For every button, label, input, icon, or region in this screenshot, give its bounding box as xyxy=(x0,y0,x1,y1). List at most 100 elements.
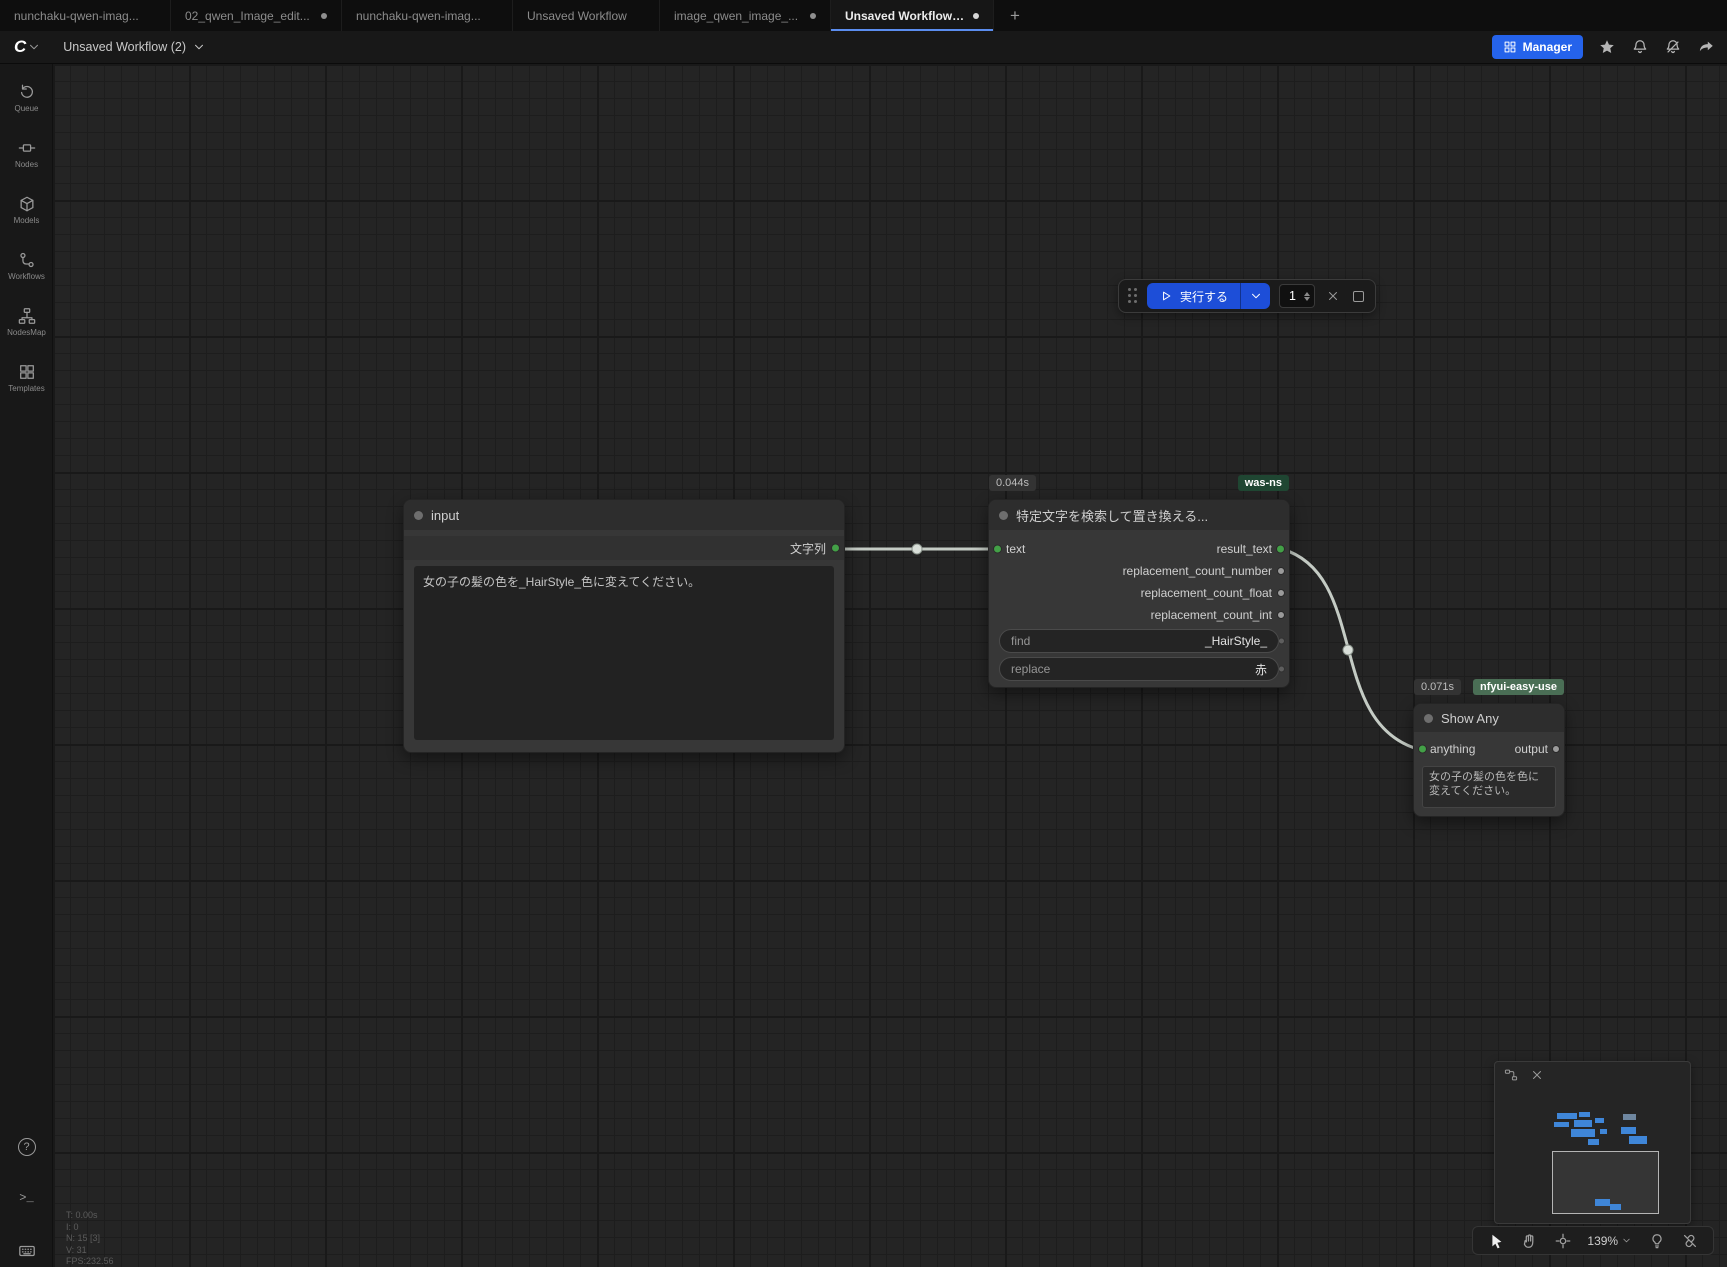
drag-handle-icon[interactable] xyxy=(1128,288,1138,304)
node-title-bar[interactable]: input xyxy=(404,500,844,530)
stat-iterations: I: 0 xyxy=(66,1221,79,1232)
sidebar-item-templates[interactable]: Templates xyxy=(0,350,53,406)
output-slot-label: output xyxy=(1514,742,1548,756)
zoom-level-dropdown[interactable]: 139% xyxy=(1587,1234,1632,1248)
run-button[interactable]: 実行する xyxy=(1147,283,1241,309)
comfyui-logo[interactable]: C xyxy=(12,37,27,57)
output-socket[interactable] xyxy=(831,543,840,553)
output-socket[interactable] xyxy=(1552,745,1560,753)
workflow-tab-active[interactable]: Unsaved Workflow (2) xyxy=(831,0,994,31)
minimap[interactable] xyxy=(1494,1061,1691,1224)
preview-text-widget[interactable]: 女の子の髪の色を色に変えてください。 xyxy=(1422,766,1556,808)
output-socket[interactable] xyxy=(1277,611,1285,619)
keyboard-icon xyxy=(18,1245,35,1257)
stop-button[interactable] xyxy=(1351,289,1366,304)
run-options-button[interactable] xyxy=(1240,283,1271,309)
pan-tool-button[interactable] xyxy=(1520,1232,1538,1250)
stat-version: V: 31 xyxy=(66,1244,87,1255)
minimap-body[interactable] xyxy=(1495,1088,1690,1223)
bell-icon[interactable] xyxy=(1631,38,1649,56)
sidebar-item-queue[interactable]: Queue xyxy=(0,70,53,126)
workflow-tab-2[interactable]: 02_qwen_Image_edit... xyxy=(171,0,342,31)
unsaved-dot xyxy=(810,12,816,19)
sidebar-item-nodes[interactable]: Nodes xyxy=(0,126,53,182)
input-slot-label: anything xyxy=(1430,742,1476,756)
play-icon xyxy=(1163,291,1171,301)
toggle-theme-button[interactable] xyxy=(1648,1232,1666,1250)
minimap-node xyxy=(1623,1114,1636,1120)
collapse-dot[interactable] xyxy=(999,510,1008,520)
sidebar-item-label: Templates xyxy=(8,384,45,393)
hand-icon xyxy=(1524,1233,1534,1248)
node-search-replace[interactable]: 0.044s was-ns 特定文字を検索して置き換える... text res… xyxy=(988,475,1290,688)
widget-socket[interactable] xyxy=(1278,637,1285,645)
toggle-links-button[interactable] xyxy=(1681,1232,1699,1250)
increment-icon[interactable] xyxy=(1304,291,1311,296)
output-socket[interactable] xyxy=(1277,567,1285,575)
decrement-icon[interactable] xyxy=(1304,296,1311,301)
terminal-button[interactable]: >_ xyxy=(0,1191,53,1205)
input-slot-label: text xyxy=(1006,542,1026,556)
tab-label: nunchaku-qwen-imag... xyxy=(14,8,139,23)
count-steppers xyxy=(1304,291,1311,301)
output-socket[interactable] xyxy=(1276,544,1285,554)
batch-count-input[interactable]: 1 xyxy=(1279,284,1316,308)
chevron-down-icon xyxy=(1623,1238,1630,1243)
widget-socket[interactable] xyxy=(1278,665,1285,673)
output-slot-label: replacement_count_int xyxy=(1150,608,1272,622)
stat-fps: FPS:232.56 xyxy=(66,1256,114,1266)
collapse-dot[interactable] xyxy=(1424,713,1433,723)
node-title-bar[interactable]: Show Any xyxy=(1414,704,1564,732)
sidebar-item-workflows[interactable]: Workflows xyxy=(0,238,53,294)
node-input[interactable]: input 文字列 女の子の髪の色を_HairStyle_色に変えてください。 xyxy=(403,499,845,753)
select-tool-button[interactable] xyxy=(1487,1232,1505,1250)
minimap-links-toggle-icon[interactable] xyxy=(1504,1068,1518,1082)
replace-widget[interactable]: replace 赤 xyxy=(999,657,1279,681)
minimap-node xyxy=(1621,1127,1636,1134)
models-icon xyxy=(20,196,33,212)
output-socket[interactable] xyxy=(1277,589,1285,597)
input-socket[interactable] xyxy=(1418,744,1427,754)
share-icon[interactable] xyxy=(1697,38,1715,56)
manager-button[interactable]: Manager xyxy=(1491,35,1583,59)
workflow-title: Unsaved Workflow (2) xyxy=(63,40,187,54)
close-toolbar-button[interactable] xyxy=(1324,287,1342,305)
minimap-close-icon[interactable] xyxy=(1530,1068,1544,1082)
node-pack-badge: nfyui-easy-use xyxy=(1472,679,1564,695)
collapse-dot[interactable] xyxy=(414,510,423,520)
minimap-node xyxy=(1554,1122,1569,1127)
shortcuts-button[interactable] xyxy=(0,1242,53,1260)
node-pack-badge: was-ns xyxy=(1237,475,1289,491)
help-icon: ? xyxy=(17,1138,36,1156)
sidebar-item-models[interactable]: Models xyxy=(0,182,53,238)
widget-label: replace xyxy=(1011,662,1051,676)
graph-canvas[interactable] xyxy=(53,64,1727,1267)
star-icon[interactable] xyxy=(1598,38,1616,56)
bell-alt-icon[interactable] xyxy=(1664,38,1682,56)
logo-menu-chevron-icon[interactable] xyxy=(27,40,41,54)
fit-view-button[interactable] xyxy=(1554,1232,1572,1250)
workflow-tab-4[interactable]: Unsaved Workflow xyxy=(513,0,660,31)
minimap-header xyxy=(1495,1062,1690,1088)
node-badges: 0.071s nfyui-easy-use xyxy=(1414,679,1564,695)
comfyui-app: nunchaku-qwen-imag... 02_qwen_Image_edit… xyxy=(0,0,1727,1267)
workflow-tab-5[interactable]: image_qwen_image_... xyxy=(660,0,831,31)
workflow-title-menu[interactable]: Unsaved Workflow (2) xyxy=(63,40,206,54)
minimap-node xyxy=(1574,1120,1592,1127)
workflow-tab-3[interactable]: nunchaku-qwen-imag... xyxy=(342,0,513,31)
chevron-down-icon xyxy=(1251,293,1260,299)
new-workflow-tab-button[interactable]: + xyxy=(994,0,1036,31)
widget-row: replace 赤 xyxy=(989,657,1289,681)
input-socket[interactable] xyxy=(993,544,1002,554)
slot-row: text result_text xyxy=(989,538,1289,560)
node-show-any[interactable]: 0.071s nfyui-easy-use Show Any anything … xyxy=(1413,679,1565,817)
find-widget[interactable]: find _HairStyle_ xyxy=(999,629,1279,653)
chevron-down-icon xyxy=(195,44,204,50)
sidebar-item-nodesmap[interactable]: NodesMap xyxy=(0,294,53,350)
workflow-tab-1[interactable]: nunchaku-qwen-imag... xyxy=(0,0,171,31)
node-title: 特定文字を検索して置き換える... xyxy=(1016,508,1209,524)
node-title-bar[interactable]: 特定文字を検索して置き換える... xyxy=(989,500,1289,530)
slot-row: 文字列 xyxy=(404,536,844,560)
text-widget[interactable]: 女の子の髪の色を_HairStyle_色に変えてください。 xyxy=(414,566,834,740)
help-button[interactable]: ? xyxy=(0,1138,53,1156)
